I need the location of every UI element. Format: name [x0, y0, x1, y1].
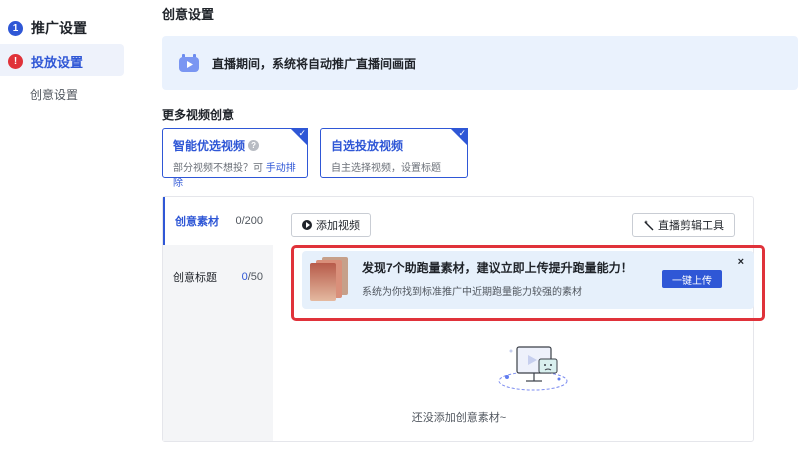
tab-creative-material[interactable]: 创意素材 0/200: [163, 197, 273, 245]
step-delivery-settings[interactable]: ! 投放设置: [8, 52, 83, 71]
promo-desc: 系统为你找到标准推广中近期跑量能力较强的素材: [362, 287, 582, 298]
tab-creative-title[interactable]: 创意标题 0/50: [163, 253, 273, 301]
option-self-selected-video[interactable]: 自选投放视频 自主选择视频，设置标题 ✓: [320, 128, 468, 178]
tab-count-total: /50: [247, 271, 263, 283]
option-smart-video[interactable]: 智能优选视频 ? 部分视频不想投？可 手动排除 ✓: [162, 128, 308, 189]
live-info-banner: 直播期间，系统将自动推广直播间画面: [162, 36, 798, 90]
more-creative-label: 更多视频创意: [162, 108, 235, 122]
promo-title: 发现7个助跑量素材，建议立即上传提升跑量能力！: [362, 261, 633, 275]
live-edit-tool-label: 直播剪辑工具: [658, 220, 724, 232]
sidebar: 1 推广设置 ! 投放设置 创意设置: [0, 0, 150, 450]
option-title: 智能优选视频: [173, 139, 246, 153]
play-icon: [302, 220, 312, 230]
check-icon: ✓: [458, 128, 466, 138]
step-title: 推广设置: [31, 20, 87, 36]
magic-wand-icon: [644, 219, 654, 230]
material-thumbnails: [308, 257, 350, 303]
empty-material-illustration: [498, 346, 568, 391]
promo-suggestion-card: 发现7个助跑量素材，建议立即上传提升跑量能力！ 系统为你找到标准推广中近期跑量能…: [302, 251, 754, 309]
option-desc: 部分视频不想投？可: [173, 163, 263, 174]
main-content: 创意设置 直播期间，系统将自动推广直播间画面 更多视频创意 智能优选视频 ? 部…: [150, 0, 800, 450]
sidebar-item-creative-settings[interactable]: 创意设置: [30, 86, 78, 103]
creative-material-panel: 创意素材 0/200 创意标题 0/50 添加视频 直播剪辑工具 发现7个助跑量…: [162, 196, 765, 442]
step-promotion-settings[interactable]: 1 推广设置: [8, 18, 87, 38]
check-icon: ✓: [298, 128, 306, 138]
empty-state-text: 还没添加创意素材~: [411, 412, 507, 424]
step-title: 投放设置: [31, 55, 84, 70]
tab-count: 0/50: [242, 271, 263, 283]
one-click-upload-button[interactable]: 一键上传: [662, 270, 722, 288]
live-edit-tool-button[interactable]: 直播剪辑工具: [632, 213, 735, 237]
page-title: 创意设置: [162, 7, 215, 22]
warning-icon: !: [8, 54, 23, 69]
tv-icon: [179, 54, 199, 72]
tab-count: 0/200: [235, 215, 263, 227]
thumbnail: [310, 263, 336, 301]
tab-label: 创意素材: [175, 216, 219, 228]
help-icon[interactable]: ?: [248, 140, 260, 151]
option-title: 自选投放视频: [331, 139, 404, 153]
close-icon[interactable]: ×: [738, 256, 744, 268]
add-video-label: 添加视频: [316, 220, 360, 232]
add-video-button[interactable]: 添加视频: [291, 213, 371, 237]
option-desc: 自主选择视频，设置标题: [331, 163, 441, 174]
step-number-1: 1: [8, 20, 23, 36]
tab-label: 创意标题: [173, 272, 217, 284]
banner-text: 直播期间，系统将自动推广直播间画面: [212, 56, 417, 71]
